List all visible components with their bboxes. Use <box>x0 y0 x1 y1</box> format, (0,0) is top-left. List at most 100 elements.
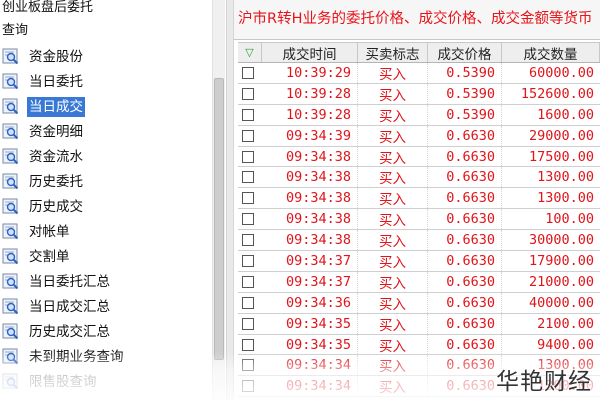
table-row[interactable]: 10:39:28 买入 0.5390 1600.00 <box>238 104 600 126</box>
tree-item-list: 资金股份当日委托当日成交 资金明细 资金流水历史委托历史成交 对帐单交割单当日委托汇总… <box>0 44 212 394</box>
row-checkbox[interactable] <box>242 275 254 288</box>
trade-quantity-cell: 40000.00 <box>528 294 594 311</box>
trade-price-cell: 0.6630 <box>428 188 502 209</box>
tree-item[interactable]: 历史成交汇总 <box>0 319 212 344</box>
tree-item-label: 交割单 <box>29 248 70 265</box>
trade-price-cell: 0.5390 <box>428 83 502 104</box>
table-row[interactable]: 09:34:35 买入 0.6630 2100.00 <box>238 313 600 335</box>
column-header-buy-sell-flag[interactable]: 买卖标志 <box>358 43 428 63</box>
row-checkbox[interactable] <box>242 234 254 247</box>
row-checkbox[interactable] <box>242 129 254 142</box>
row-checkbox[interactable] <box>242 87 254 100</box>
trade-price-cell: 0.6630 <box>428 146 502 167</box>
table-row[interactable]: 09:34:38 买入 0.6630 100.00 <box>238 209 600 231</box>
tree-item[interactable]: 资金股份 <box>0 44 212 69</box>
row-checkbox[interactable] <box>242 359 254 372</box>
tree-item-label: 限售股查询 <box>29 373 97 390</box>
table-row[interactable]: 09:34:39 买入 0.6630 29000.00 <box>238 125 600 147</box>
trade-time-cell: 09:34:35 <box>262 313 358 334</box>
trade-price-cell: 0.6630 <box>428 167 502 188</box>
row-select-cell <box>238 314 262 334</box>
tree-item-label: 历史委托 <box>29 173 83 190</box>
buy-sell-flag-cell: 买入 <box>358 83 428 104</box>
tree-item[interactable]: 当日委托汇总 <box>0 269 212 294</box>
row-checkbox[interactable] <box>242 254 254 267</box>
row-checkbox[interactable] <box>242 296 254 309</box>
row-select-cell <box>238 147 262 167</box>
tree-item[interactable]: 对帐单 <box>0 219 212 244</box>
buy-sell-flag-cell: 买入 <box>358 376 428 396</box>
trade-time-cell: 10:39:28 <box>262 83 358 104</box>
trade-price-cell: 0.6630 <box>428 334 502 355</box>
trade-price-cell: 0.6630 <box>428 209 502 230</box>
buy-sell-flag-cell: 买入 <box>358 146 428 167</box>
row-checkbox[interactable] <box>242 338 254 351</box>
tree-item[interactable]: 历史委托 <box>0 169 212 194</box>
table-row[interactable]: 09:34:36 买入 0.6630 40000.00 <box>238 292 600 314</box>
buy-sell-flag-cell: 买入 <box>358 313 428 334</box>
tree-item-label: 当日委托 <box>29 73 83 90</box>
notice-banner: 沪市R转H业务的委托价格、成交价格、成交金额等货币 <box>234 0 600 40</box>
tree-item-label: 历史成交汇总 <box>29 323 110 340</box>
trade-price-cell: 0.6630 <box>428 271 502 292</box>
trade-quantity-cell: 60000.00 <box>528 64 594 81</box>
table-row[interactable]: 09:34:38 买入 0.6630 1300.00 <box>238 167 600 189</box>
row-checkbox[interactable] <box>242 317 254 330</box>
trade-price-cell: 0.6630 <box>428 376 502 397</box>
table-row[interactable]: 09:34:38 买入 0.6630 30000.00 <box>238 230 600 252</box>
tree-item[interactable]: 交割单 <box>0 244 212 269</box>
table-row[interactable]: 10:39:28 买入 0.5390 152600.00 <box>238 83 600 105</box>
trade-quantity-cell: 21000.00 <box>528 273 594 290</box>
buy-sell-flag-cell: 买入 <box>358 292 428 313</box>
sidebar-scrollbar[interactable] <box>212 0 225 400</box>
table-row[interactable]: 09:34:38 买入 0.6630 17500.00 <box>238 146 600 168</box>
trade-grid: ▽ 成交时间 买卖标志 成交价格 成交数量 10:39:29 买入 0.5390 60… <box>238 42 600 398</box>
row-checkbox[interactable] <box>242 108 254 121</box>
trade-price-cell: 0.6630 <box>428 125 502 146</box>
trade-quantity-cell: 2100.00 <box>537 315 594 332</box>
tree-item[interactable]: 当日成交 <box>0 94 212 119</box>
tree-item[interactable]: 限售股查询 <box>0 369 212 394</box>
row-select-cell <box>238 188 262 208</box>
tree-header-line-1[interactable]: 创业板盘后委托 <box>2 0 93 18</box>
table-row[interactable]: 10:39:29 买入 0.5390 60000.00 <box>238 63 600 84</box>
row-select-cell <box>238 355 262 375</box>
tree-item[interactable]: 未到期业务查询 <box>0 344 212 369</box>
sort-indicator-icon[interactable]: ▽ <box>245 46 253 59</box>
row-checkbox[interactable] <box>242 213 254 226</box>
table-row[interactable]: 09:34:37 买入 0.6630 21000.00 <box>238 271 600 293</box>
row-checkbox[interactable] <box>242 150 254 163</box>
buy-sell-flag-cell: 买入 <box>358 251 428 271</box>
trade-price-cell: 0.5390 <box>428 104 502 125</box>
row-checkbox[interactable] <box>242 66 254 79</box>
trade-time-cell: 09:34:38 <box>262 188 358 209</box>
buy-sell-flag-cell: 买入 <box>358 104 428 125</box>
tree-header-line-2[interactable]: 查询 <box>2 21 28 41</box>
trade-quantity-cell: 100.00 <box>545 211 594 228</box>
trade-time-cell: 09:34:38 <box>262 146 358 167</box>
row-checkbox[interactable] <box>242 171 254 184</box>
sidebar-scrollbar-thumb[interactable] <box>214 78 224 360</box>
tree-item[interactable]: 资金明细 <box>0 119 212 144</box>
magnifier-doc-icon <box>2 198 20 215</box>
table-row[interactable]: 09:34:37 买入 0.6630 17900.00 <box>238 251 600 272</box>
tree-item[interactable]: 当日成交汇总 <box>0 294 212 319</box>
column-header-trade-time[interactable]: 成交时间 <box>262 43 358 63</box>
panel-splitter[interactable] <box>226 0 234 400</box>
column-header-trade-price[interactable]: 成交价格 <box>428 43 502 63</box>
magnifier-doc-icon <box>2 223 20 240</box>
tree-item-label: 当日成交汇总 <box>29 298 110 315</box>
row-checkbox[interactable] <box>242 192 254 205</box>
tree-item[interactable]: 历史成交 <box>0 194 212 219</box>
column-header-trade-quantity[interactable]: 成交数量 <box>502 43 600 63</box>
trade-time-cell: 09:34:34 <box>262 355 358 376</box>
trade-price-cell: 0.6630 <box>428 313 502 334</box>
tree-item[interactable]: 资金流水 <box>0 144 212 169</box>
row-checkbox[interactable] <box>242 380 254 393</box>
tree-item-label: 资金股份 <box>29 48 83 65</box>
trade-time-cell: 10:39:29 <box>262 63 358 83</box>
select-all-header[interactable]: ▽ <box>238 43 262 62</box>
tree-item[interactable]: 当日委托 <box>0 69 212 94</box>
table-row[interactable]: 09:34:38 买入 0.6630 1300.00 <box>238 188 600 210</box>
table-row[interactable]: 09:34:35 买入 0.6630 9400.00 <box>238 334 600 356</box>
